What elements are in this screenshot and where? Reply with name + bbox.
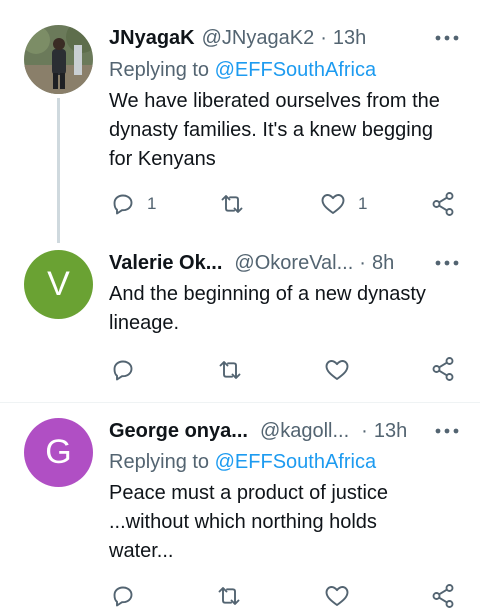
tweet-header: George onya... @kagoll... · 13h — [109, 417, 460, 445]
share-button[interactable] — [431, 356, 455, 382]
mention-link[interactable]: @EFFSouthAfrica — [215, 59, 376, 81]
reply-button[interactable]: 1 — [111, 191, 156, 217]
tweet-header: JNyagaK @JNyagaK2 · 13h — [109, 24, 460, 52]
avatar-letter: V — [47, 265, 70, 303]
retweet-icon — [221, 195, 243, 213]
like-count: 1 — [358, 194, 368, 213]
replying-to-label: Replying to — [109, 59, 210, 81]
like-button[interactable]: 1 — [320, 191, 367, 217]
replying-to: Replying to @EFFSouthAfrica — [109, 451, 376, 474]
reply-button[interactable] — [111, 583, 135, 609]
display-name[interactable]: Valerie Ok... — [109, 252, 222, 275]
retweet-icon — [219, 361, 241, 379]
like-icon — [325, 586, 349, 606]
retweet-button[interactable] — [216, 583, 242, 609]
replying-to-label: Replying to — [109, 451, 210, 473]
tweet-valerie[interactable]: V Valerie Ok... @OkoreVal... · 8h And th… — [0, 240, 480, 402]
tweet-text-line: for Kenyans — [109, 148, 216, 170]
like-icon — [325, 360, 349, 380]
timestamp[interactable]: 13h — [374, 420, 407, 443]
user-handle[interactable]: @kagoll... — [260, 420, 349, 443]
share-button[interactable] — [431, 191, 455, 217]
timestamp[interactable]: 8h — [372, 252, 394, 275]
avatar[interactable]: G — [24, 418, 93, 487]
retweet-button[interactable] — [219, 191, 245, 217]
retweet-button[interactable] — [217, 357, 243, 383]
separator-dot: · — [359, 251, 366, 274]
tweet-jnyagak[interactable]: JNyagaK @JNyagaK2 · 13h Replying to @EFF… — [0, 0, 480, 243]
user-handle[interactable]: @OkoreVal... — [234, 252, 353, 275]
thread-line — [57, 98, 60, 243]
reply-icon — [113, 194, 133, 215]
like-button[interactable] — [324, 583, 350, 609]
tweet-text-line: lineage. — [109, 312, 180, 334]
display-name[interactable]: George onya... — [109, 420, 248, 443]
tweet-george[interactable]: G George onya... @kagoll... · 13h Replyi… — [0, 403, 480, 608]
tweet-text: And the beginning of a new dynasty linea… — [109, 280, 464, 338]
timestamp[interactable]: 13h — [333, 27, 366, 50]
separator-dot: · — [361, 419, 368, 442]
tweet-text-line: We have liberated ourselves from the — [109, 90, 440, 112]
reply-button[interactable] — [111, 357, 135, 383]
reply-count: 1 — [147, 194, 157, 213]
like-button[interactable] — [324, 357, 350, 383]
share-icon — [432, 357, 454, 381]
avatar[interactable] — [24, 25, 93, 94]
more-icon[interactable] — [434, 253, 460, 273]
reply-icon — [113, 586, 133, 607]
reply-icon — [113, 360, 133, 381]
more-icon[interactable] — [434, 421, 460, 441]
tweet-text-line: And the beginning of a new dynasty — [109, 283, 426, 305]
like-icon — [321, 194, 345, 214]
replying-to: Replying to @EFFSouthAfrica — [109, 59, 376, 82]
tweet-text-line: dynasty families. It's a knew begging — [109, 119, 433, 141]
more-icon[interactable] — [434, 28, 460, 48]
tweet-text-line: water... — [109, 540, 174, 562]
tweet-text: We have liberated ourselves from the dyn… — [109, 87, 464, 174]
display-name[interactable]: JNyagaK — [109, 27, 195, 50]
avatar[interactable]: V — [24, 250, 93, 319]
share-icon — [432, 584, 454, 608]
user-handle[interactable]: @JNyagaK2 — [202, 27, 315, 50]
tweet-header: Valerie Ok... @OkoreVal... · 8h — [109, 249, 460, 277]
avatar-letter: G — [45, 433, 72, 471]
tweet-text-line: ...without which northing holds — [109, 511, 377, 533]
retweet-icon — [218, 587, 240, 605]
share-button[interactable] — [431, 583, 455, 609]
separator-dot: · — [320, 26, 327, 49]
mention-link[interactable]: @EFFSouthAfrica — [215, 451, 376, 473]
share-icon — [432, 192, 454, 216]
tweet-text: Peace must a product of justice ...witho… — [109, 479, 464, 566]
tweet-text-line: Peace must a product of justice — [109, 482, 389, 504]
